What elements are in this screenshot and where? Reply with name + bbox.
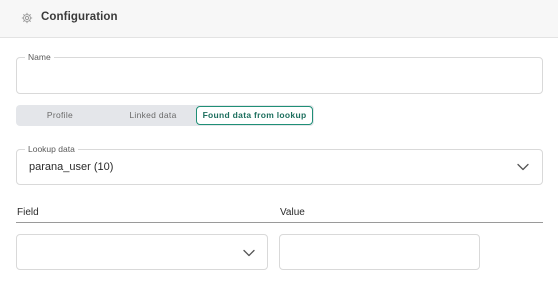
field-column-header: Field — [17, 207, 39, 218]
gear-icon — [21, 12, 33, 24]
data-source-tabs: Profile Linked data Found data from look… — [16, 105, 314, 126]
lookup-data-select[interactable]: Lookup data parana_user (10) — [16, 144, 543, 185]
section-title: Configuration — [41, 11, 118, 23]
tab-found-data-from-lookup[interactable]: Found data from lookup — [196, 106, 313, 125]
name-field[interactable]: Name — [16, 52, 543, 94]
tab-profile[interactable]: Profile — [16, 105, 104, 126]
value-input[interactable] — [279, 234, 480, 270]
lookup-data-value: parana_user (10) — [29, 161, 114, 173]
lookup-data-label: Lookup data — [25, 144, 78, 155]
chevron-down-icon[interactable] — [517, 163, 529, 171]
tab-linked-data[interactable]: Linked data — [110, 105, 196, 126]
chevron-down-icon[interactable] — [243, 249, 255, 257]
value-column-header: Value — [280, 207, 305, 218]
configuration-header: Configuration — [0, 0, 558, 38]
column-header-divider — [16, 222, 543, 223]
field-select[interactable] — [16, 234, 268, 270]
name-field-label: Name — [25, 52, 54, 63]
